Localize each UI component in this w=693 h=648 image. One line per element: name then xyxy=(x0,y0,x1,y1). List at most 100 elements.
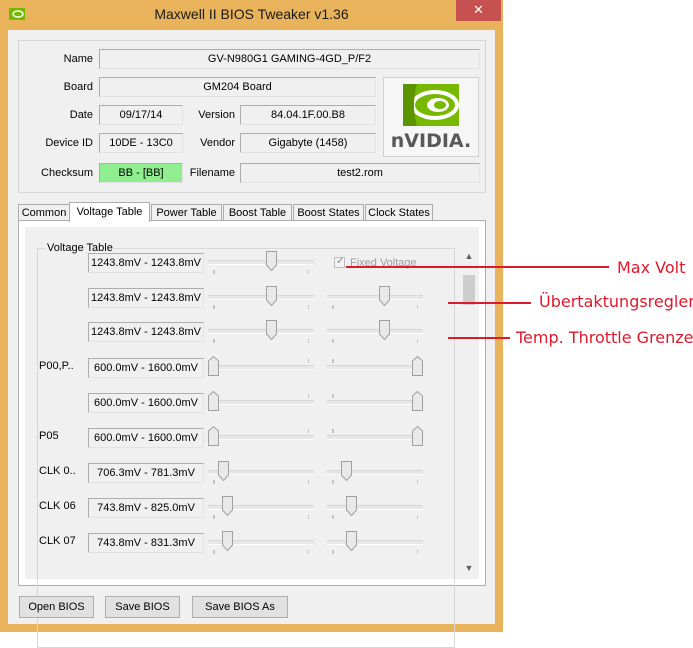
voltage-row-label: CLK 0.. xyxy=(39,465,76,477)
voltage-row: 1243.8mV - 1243.8mV xyxy=(25,319,479,345)
version-field[interactable]: 84.04.1F.00.B8 xyxy=(240,105,376,125)
date-field[interactable]: 09/17/14 xyxy=(99,105,183,125)
voltage-slider-max-thumb[interactable] xyxy=(345,496,357,516)
annotation-line-max-volt xyxy=(346,266,609,268)
vendor-label: Vendor xyxy=(200,137,235,149)
voltage-slider-min-ticks xyxy=(213,339,309,343)
tab-common[interactable]: Common xyxy=(18,204,70,221)
voltage-slider-max-thumb[interactable] xyxy=(378,286,390,306)
checkmark-icon: ✓ xyxy=(336,256,345,267)
voltage-range-field[interactable]: 1243.8mV - 1243.8mV xyxy=(88,322,204,342)
save-bios-as-button[interactable]: Save BIOS As xyxy=(192,596,288,618)
voltage-slider-max-ticks xyxy=(332,429,418,433)
voltage-slider-min-thumb[interactable] xyxy=(208,356,219,376)
voltage-row-label: CLK 06 xyxy=(39,500,76,512)
voltage-slider-max-ticks xyxy=(332,305,418,309)
voltage-range-field[interactable]: 706.3mV - 781.3mV xyxy=(88,463,204,483)
tab-power-table[interactable]: Power Table xyxy=(151,204,222,221)
voltage-row: CLK 07 743.8mV - 831.3mV xyxy=(25,530,479,556)
annotation-temp-throttle: Temp. Throttle Grenze xyxy=(516,328,693,347)
voltage-range-field[interactable]: 1243.8mV - 1243.8mV xyxy=(88,253,204,273)
voltage-slider-max-track[interactable] xyxy=(327,505,423,510)
bios-tweaker-window: Maxwell II BIOS Tweaker v1.36 ✕ Name GV-… xyxy=(0,0,503,648)
scrollbar-thumb[interactable] xyxy=(463,275,475,305)
voltage-range-field[interactable]: 743.8mV - 825.0mV xyxy=(88,498,204,518)
title-bar[interactable]: Maxwell II BIOS Tweaker v1.36 ✕ xyxy=(0,0,503,30)
tab-boost-table[interactable]: Boost Table xyxy=(223,204,292,221)
voltage-slider-min-thumb[interactable] xyxy=(222,496,234,516)
voltage-range-field[interactable]: 600.0mV - 1600.0mV xyxy=(88,393,204,413)
voltage-slider-min-track[interactable] xyxy=(208,295,314,300)
annotation-line-overclock xyxy=(448,302,531,304)
voltage-slider-max-ticks xyxy=(332,359,418,363)
voltage-range-field[interactable]: 743.8mV - 831.3mV xyxy=(88,533,204,553)
filename-field[interactable]: test2.rom xyxy=(240,163,480,183)
scroll-down-arrow-icon[interactable]: ▼ xyxy=(462,561,476,575)
nvidia-logo: nVIDIA. xyxy=(383,77,479,157)
voltage-slider-max-thumb[interactable] xyxy=(345,531,357,551)
filename-label: Filename xyxy=(189,167,235,179)
close-button[interactable]: ✕ xyxy=(456,0,501,21)
vendor-field[interactable]: Gigabyte (1458) xyxy=(240,133,376,153)
client-area: Name GV-N980G1 GAMING-4GD_P/F2 Board GM2… xyxy=(8,30,495,648)
voltage-row-label: P00,P.. xyxy=(39,360,74,372)
tab-clock-states[interactable]: Clock States xyxy=(365,204,433,221)
voltage-slider-max-thumb[interactable] xyxy=(378,320,390,340)
voltage-slider-max-thumb[interactable] xyxy=(412,356,423,376)
board-field[interactable]: GM204 Board xyxy=(99,77,376,97)
save-bios-button[interactable]: Save BIOS xyxy=(105,596,180,618)
voltage-slider-max-track[interactable] xyxy=(327,400,423,405)
voltage-table-scroll-area: Voltage Table 1243.8mV - 1243.8mV ✓ Fixed … xyxy=(25,227,479,648)
voltage-slider-min-track[interactable] xyxy=(208,400,314,405)
voltage-range-field[interactable]: 600.0mV - 1600.0mV xyxy=(88,358,204,378)
annotation-overclock-slider: Übertaktungsregler xyxy=(539,292,693,311)
voltage-slider-min-thumb[interactable] xyxy=(265,286,277,306)
voltage-slider-min-track[interactable] xyxy=(208,435,314,440)
voltage-row: 600.0mV - 1600.0mV xyxy=(25,390,479,416)
device-id-field[interactable]: 10DE - 13C0 xyxy=(99,133,183,153)
scroll-up-arrow-icon[interactable]: ▲ xyxy=(462,249,476,263)
voltage-row-label: P05 xyxy=(39,430,59,442)
annotation-line-temp-throttle xyxy=(448,337,510,339)
checksum-field[interactable]: BB - [BB] xyxy=(99,163,183,183)
voltage-slider-min-thumb[interactable] xyxy=(217,461,229,481)
voltage-slider-max-thumb[interactable] xyxy=(412,391,423,411)
vertical-scrollbar[interactable]: ▲ ▼ xyxy=(462,249,476,577)
device-id-label: Device ID xyxy=(45,137,93,149)
date-label: Date xyxy=(69,109,93,121)
voltage-slider-max-thumb[interactable] xyxy=(341,461,353,481)
voltage-row: P05 600.0mV - 1600.0mV xyxy=(25,425,479,451)
name-field[interactable]: GV-N980G1 GAMING-4GD_P/F2 xyxy=(99,49,480,69)
voltage-slider-max-track[interactable] xyxy=(327,365,423,370)
voltage-slider-max-track[interactable] xyxy=(327,295,423,300)
voltage-slider-min-thumb[interactable] xyxy=(208,391,219,411)
voltage-range-field[interactable]: 1243.8mV - 1243.8mV xyxy=(88,288,204,308)
voltage-slider-min-ticks xyxy=(213,394,309,398)
voltage-slider-min-ticks xyxy=(213,429,309,433)
voltage-slider-max-thumb[interactable] xyxy=(412,426,423,446)
voltage-range-field[interactable]: 600.0mV - 1600.0mV xyxy=(88,428,204,448)
voltage-slider-min-thumb[interactable] xyxy=(222,531,234,551)
voltage-slider-min-track[interactable] xyxy=(208,260,314,265)
voltage-slider-min-thumb[interactable] xyxy=(208,426,219,446)
tab-boost-states[interactable]: Boost States xyxy=(293,204,364,221)
voltage-row-label: CLK 07 xyxy=(39,535,76,547)
open-bios-button[interactable]: Open BIOS xyxy=(19,596,94,618)
name-label: Name xyxy=(63,53,93,65)
annotation-max-volt: Max Volt xyxy=(617,258,686,277)
voltage-slider-min-thumb[interactable] xyxy=(265,320,277,340)
nvidia-wordmark: nVIDIA. xyxy=(390,130,472,152)
voltage-slider-min-track[interactable] xyxy=(208,329,314,334)
voltage-slider-max-track[interactable] xyxy=(327,540,423,545)
voltage-table-panel: Voltage Table 1243.8mV - 1243.8mV ✓ Fixed … xyxy=(18,220,486,648)
bios-info-group: Name GV-N980G1 GAMING-4GD_P/F2 Board GM2… xyxy=(18,40,486,193)
tab-voltage-table[interactable]: Voltage Table xyxy=(69,202,150,222)
window-title: Maxwell II BIOS Tweaker v1.36 xyxy=(154,6,349,22)
voltage-row: 1243.8mV - 1243.8mV xyxy=(25,285,479,311)
voltage-slider-max-track[interactable] xyxy=(327,329,423,334)
voltage-slider-min-ticks xyxy=(213,305,309,309)
fixed-voltage-checkbox[interactable]: ✓ xyxy=(334,256,345,268)
voltage-slider-min-thumb[interactable] xyxy=(265,251,277,271)
voltage-slider-min-track[interactable] xyxy=(208,365,314,370)
voltage-slider-max-track[interactable] xyxy=(327,435,423,440)
